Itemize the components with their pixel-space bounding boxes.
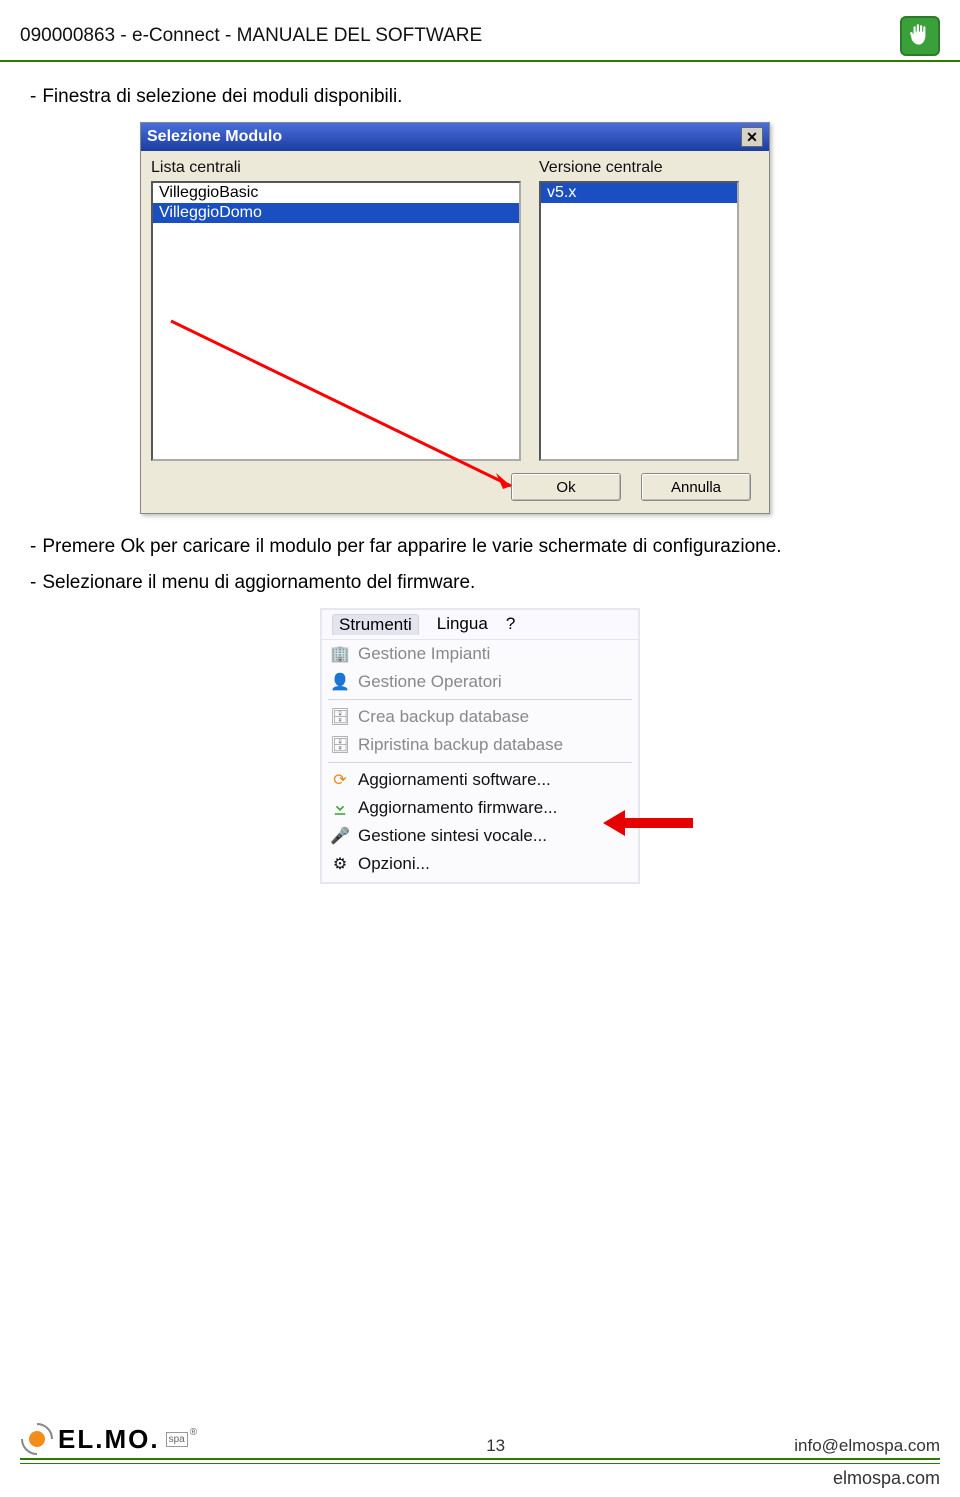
menu-item-crea-backup[interactable]: 🗄 Crea backup database [322, 703, 638, 731]
menu-separator [328, 699, 632, 700]
header-text: 090000863 - e-Connect - MANUALE DEL SOFT… [20, 25, 482, 47]
right-list-label: Versione centrale [539, 159, 739, 177]
cancel-button[interactable]: Annulla [641, 473, 751, 501]
user-icon: 👤 [330, 672, 350, 692]
page-number: 13 [486, 1436, 505, 1456]
dialog-title: Selezione Modulo [147, 128, 282, 146]
list-item[interactable]: v5.x [541, 183, 737, 203]
logo-suffix: spa [166, 1432, 188, 1447]
close-button[interactable]: ✕ [741, 127, 763, 147]
red-arrow-to-firmware-icon [603, 808, 698, 836]
ok-button[interactable]: Ok [511, 473, 621, 501]
versione-listbox[interactable]: v5.x [539, 181, 739, 461]
menu-item-gestione-impianti[interactable]: 🏢 Gestione Impianti [322, 640, 638, 668]
logo-text: EL.MO. [58, 1424, 160, 1455]
download-icon [330, 798, 350, 818]
menu-separator [328, 762, 632, 763]
mic-icon: 🎤 [330, 826, 350, 846]
elmo-logo: EL.MO. spa ® [20, 1422, 197, 1456]
left-list-label: Lista centrali [151, 159, 521, 177]
dialog-titlebar: Selezione Modulo ✕ [141, 123, 769, 151]
menu-item-ripristina-backup[interactable]: 🗄 Ripristina backup database [322, 731, 638, 759]
bullet-3: -Selezionare il menu di aggiornamento de… [30, 572, 930, 594]
menu-item-opzioni[interactable]: ⚙ Opzioni... [322, 850, 638, 878]
centrali-listbox[interactable]: VilleggioBasic VilleggioDomo [151, 181, 521, 461]
menu-item-aggiornamenti-software[interactable]: ⟳ Aggiornamenti software... [322, 766, 638, 794]
update-sw-icon: ⟳ [330, 770, 350, 790]
gear-icon: ⚙ [330, 854, 350, 874]
footer-email: info@elmospa.com [794, 1436, 940, 1456]
product-name: e-Connect [132, 25, 220, 46]
menu-tab-help[interactable]: ? [506, 614, 515, 635]
db-restore-icon: 🗄 [330, 735, 350, 755]
page-header: 090000863 - e-Connect - MANUALE DEL SOFT… [0, 0, 960, 62]
manual-title: MANUALE DEL SOFTWARE [237, 25, 483, 46]
tools-menu: Strumenti Lingua ? 🏢 Gestione Impianti 👤… [320, 608, 640, 884]
list-item[interactable]: VilleggioDomo [153, 203, 519, 223]
doc-id: 090000863 [20, 25, 115, 46]
db-icon: 🗄 [330, 707, 350, 727]
close-icon: ✕ [746, 129, 758, 146]
logo-mark-icon [20, 1422, 54, 1456]
list-item[interactable]: VilleggioBasic [153, 183, 519, 203]
menu-item-aggiornamento-firmware[interactable]: Aggiornamento firmware... [322, 794, 638, 822]
menu-item-gestione-operatori[interactable]: 👤 Gestione Operatori [322, 668, 638, 696]
menu-tab-lingua[interactable]: Lingua [437, 614, 488, 635]
menu-dropdown: 🏢 Gestione Impianti 👤 Gestione Operatori… [322, 640, 638, 882]
footer-site: elmospa.com [833, 1468, 940, 1489]
building-icon: 🏢 [330, 644, 350, 664]
hand-icon [900, 16, 940, 56]
bullet-1: -Finestra di selezione dei moduli dispon… [30, 86, 930, 108]
menu-tab-strumenti[interactable]: Strumenti [332, 614, 419, 635]
module-selection-dialog: Selezione Modulo ✕ Lista centrali Villeg… [140, 122, 770, 514]
menubar: Strumenti Lingua ? [322, 610, 638, 640]
bullet-2: -Premere Ok per caricare il modulo per f… [30, 536, 930, 558]
page-footer: EL.MO. spa ® 13 info@elmospa.com elmospa… [0, 1422, 960, 1497]
menu-item-sintesi-vocale[interactable]: 🎤 Gestione sintesi vocale... [322, 822, 638, 850]
